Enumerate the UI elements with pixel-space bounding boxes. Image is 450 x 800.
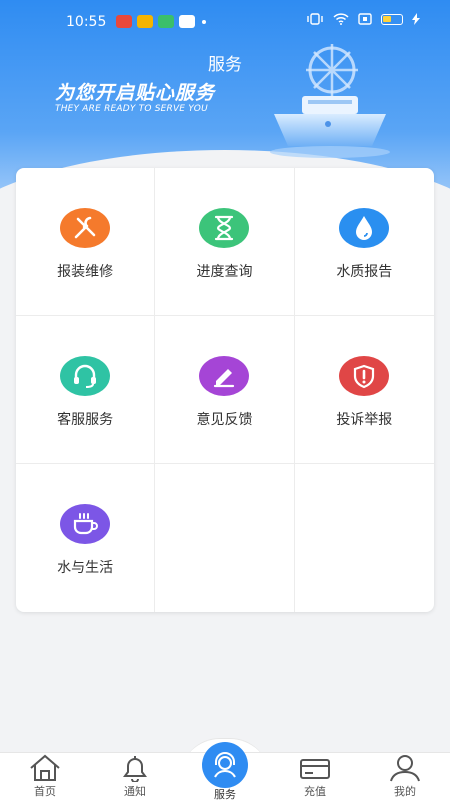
status-bar: 10:55 xyxy=(0,0,450,44)
news-app-icon xyxy=(116,15,132,28)
service-progress-query[interactable]: 进度查询 xyxy=(155,168,295,316)
pencil-icon xyxy=(199,356,250,396)
home-icon xyxy=(30,754,60,781)
headset-icon xyxy=(60,356,111,396)
message-app-icon xyxy=(137,15,153,28)
shield-alert-icon xyxy=(339,356,390,396)
service-label: 意见反馈 xyxy=(196,412,253,428)
bell-icon xyxy=(123,756,147,782)
tab-label: 充值 xyxy=(304,785,326,798)
tab-service-label: 服务 xyxy=(214,788,236,800)
customer-service-icon xyxy=(214,752,236,778)
battery-icon xyxy=(381,13,403,25)
wrench-screwdriver-icon xyxy=(60,208,111,248)
service-water-quality-report[interactable]: 水质报告 xyxy=(294,168,434,316)
hourglass-icon xyxy=(199,208,250,248)
tab-notice[interactable]: 通知 xyxy=(100,753,170,800)
tab-label: 我的 xyxy=(394,785,416,798)
notification-icons xyxy=(116,15,206,28)
system-icons xyxy=(306,13,420,25)
charging-icon xyxy=(412,13,420,25)
service-customer-service[interactable]: 客服服务 xyxy=(16,316,156,464)
service-label: 客服服务 xyxy=(57,412,114,428)
card-icon xyxy=(300,759,330,779)
service-label: 进度查询 xyxy=(196,264,253,280)
tab-home[interactable]: 首页 xyxy=(10,753,80,800)
water-drop-icon xyxy=(339,208,390,248)
tab-label: 首页 xyxy=(34,785,56,798)
more-notifications-icon xyxy=(202,19,206,24)
tab-recharge[interactable]: 充值 xyxy=(280,753,350,800)
tab-mine[interactable]: 我的 xyxy=(370,753,440,800)
empty-tile xyxy=(295,464,434,612)
service-water-and-life[interactable]: 水与生活 xyxy=(16,464,156,612)
vibrate-icon xyxy=(307,13,323,25)
service-label: 水与生活 xyxy=(57,560,114,576)
camera-app-icon xyxy=(179,15,195,28)
slogan-chinese: 为您开启贴心服务 xyxy=(55,82,216,104)
service-install-repair[interactable]: 报装维修 xyxy=(16,168,156,316)
ship-illustration xyxy=(270,44,390,158)
service-feedback[interactable]: 意见反馈 xyxy=(155,316,295,464)
slogan-english: THEY ARE READY TO SERVE YOU xyxy=(55,104,208,114)
empty-tile xyxy=(155,464,295,612)
chat-app-icon xyxy=(158,15,174,28)
tab-service[interactable] xyxy=(202,742,248,788)
service-label: 报装维修 xyxy=(57,264,114,280)
service-complaint-report[interactable]: 投诉举报 xyxy=(294,316,434,464)
tab-label: 通知 xyxy=(124,785,146,798)
status-time: 10:55 xyxy=(66,14,107,30)
service-label: 投诉举报 xyxy=(336,412,393,428)
service-grid: 报装维修 进度查询 水质报告 客服服务 意见反馈 投诉举报 水与生活 xyxy=(16,168,434,612)
wifi-icon xyxy=(333,13,349,25)
sim-icon xyxy=(358,13,372,25)
coffee-cup-icon xyxy=(60,504,111,544)
user-icon xyxy=(390,755,420,782)
service-label: 水质报告 xyxy=(336,264,393,280)
